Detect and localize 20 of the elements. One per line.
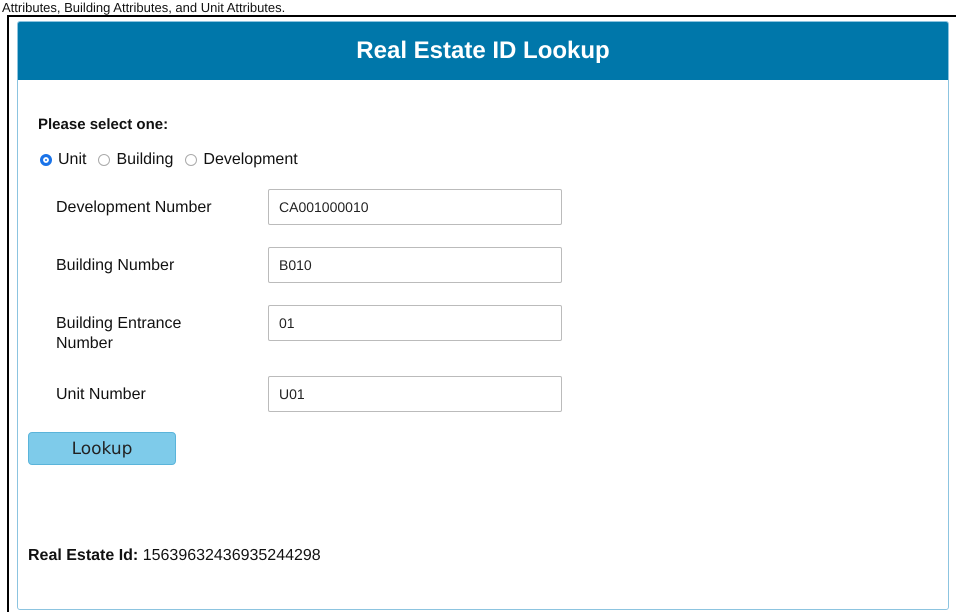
intro-text: Attributes, Building Attributes, and Unit Attributes.: [1, 0, 286, 15]
input-field[interactable]: U01: [268, 376, 562, 412]
field-label: Building Number: [56, 256, 176, 276]
radio-button[interactable]: [185, 154, 198, 166]
radio-button[interactable]: [98, 154, 110, 166]
field-label: Building Entrance Number: [56, 314, 182, 354]
radio-button[interactable]: [40, 154, 52, 166]
panel-title: Real Estate ID Lookup: [356, 37, 610, 65]
prompt-label: Please select one:: [38, 116, 170, 133]
radio-option[interactable]: Unit: [40, 151, 86, 169]
input-field[interactable]: B010: [268, 247, 562, 283]
result-value: 15639632436935244298: [142, 547, 321, 564]
radio-option[interactable]: Development: [185, 151, 298, 169]
input-field[interactable]: 01: [268, 305, 562, 341]
lookup-button[interactable]: Lookup: [28, 432, 176, 465]
result-label: Real Estate Id:: [28, 547, 138, 564]
field-label: Development Number: [56, 198, 213, 218]
radio-option[interactable]: Building: [98, 151, 174, 169]
field-label: Unit Number: [56, 385, 147, 405]
input-field[interactable]: CA001000010: [268, 189, 562, 225]
